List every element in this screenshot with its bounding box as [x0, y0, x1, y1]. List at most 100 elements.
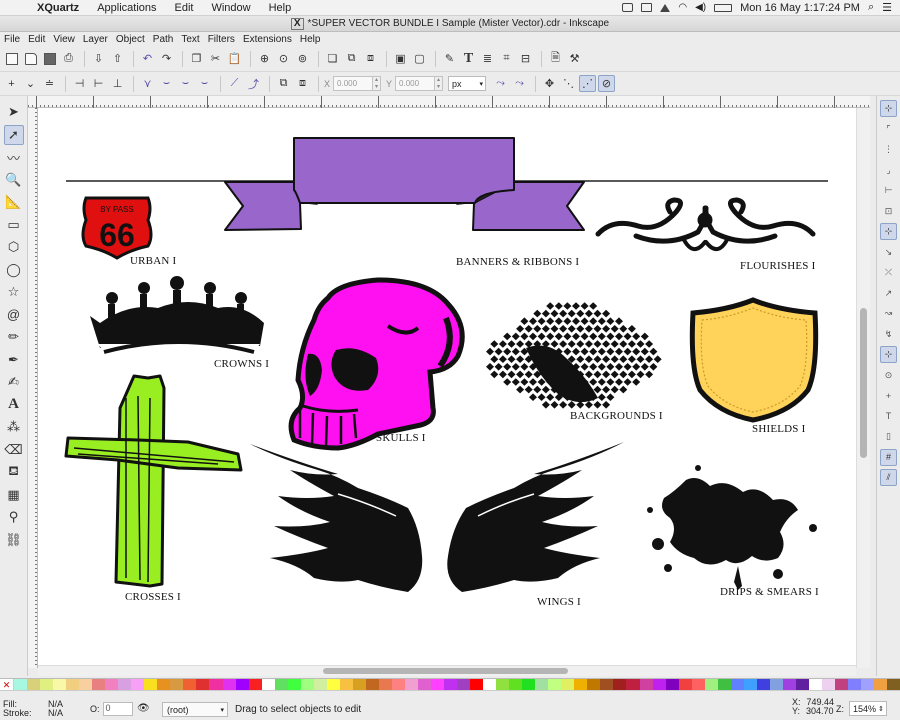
- break-path-icon[interactable]: ⊣: [71, 75, 88, 92]
- snap-text-baseline-icon[interactable]: T: [880, 408, 897, 425]
- print-icon[interactable]: ⎙: [60, 50, 77, 67]
- diamond-grid-pattern[interactable]: [486, 302, 662, 409]
- route-66-sign[interactable]: BY PASS 66: [81, 196, 153, 260]
- show-outline-icon[interactable]: ⋰: [579, 75, 597, 92]
- node-symmetric-icon[interactable]: ⌣: [177, 75, 194, 92]
- open-icon[interactable]: [22, 50, 39, 67]
- horizontal-scrollbar[interactable]: [38, 665, 856, 676]
- duplicate-icon[interactable]: ❏: [324, 50, 341, 67]
- horizontal-ruler[interactable]: [28, 96, 870, 108]
- menu-path[interactable]: Path: [149, 34, 178, 45]
- stroke-to-path-icon[interactable]: ⧈: [294, 75, 311, 92]
- x-spinner[interactable]: ▴ ▾: [373, 76, 382, 91]
- vertical-ruler[interactable]: [28, 108, 38, 668]
- dropbox-icon[interactable]: [622, 3, 634, 12]
- add-node-icon[interactable]: +: [3, 75, 20, 92]
- text-tool-icon[interactable]: A: [4, 395, 24, 415]
- text-font-icon[interactable]: T: [460, 50, 477, 67]
- crown[interactable]: [90, 276, 264, 354]
- spray-tool-icon[interactable]: ⁂: [4, 417, 24, 437]
- shield[interactable]: [689, 297, 819, 423]
- show-path-effects-icon[interactable]: ⊘: [598, 75, 616, 92]
- redo-icon[interactable]: ↷: [158, 50, 175, 67]
- paint-bucket-tool-icon[interactable]: ⛾: [4, 462, 24, 482]
- snap-center-icon[interactable]: ⊙: [880, 367, 897, 384]
- star-tool-icon[interactable]: ☆: [4, 282, 24, 302]
- snap-smooth-icon[interactable]: ↝: [880, 305, 897, 322]
- gradient-tool-icon[interactable]: ▦: [4, 485, 24, 505]
- unit-select[interactable]: px ▾: [448, 76, 487, 91]
- undo-icon[interactable]: ↶: [139, 50, 156, 67]
- join-nodes-icon[interactable]: ≐: [41, 75, 58, 92]
- segment-curve-icon[interactable]: ⤴: [245, 75, 262, 92]
- fill-stroke-icon[interactable]: ✎: [441, 50, 458, 67]
- connector-tool-icon[interactable]: ⛓: [4, 530, 24, 550]
- y-input[interactable]: [395, 76, 436, 91]
- align-distribute-icon[interactable]: ⊟: [517, 50, 534, 67]
- menu-filters[interactable]: Filters: [204, 34, 239, 45]
- join-segment-icon[interactable]: ⊢: [90, 75, 107, 92]
- snap-midpoint-icon[interactable]: ↯: [880, 326, 897, 343]
- zoom-drawing-icon[interactable]: ⊙: [275, 50, 292, 67]
- group-icon[interactable]: ▣: [392, 50, 409, 67]
- y-spinner[interactable]: ▴ ▾: [435, 76, 444, 91]
- x-input[interactable]: [333, 76, 374, 91]
- snap-enable-icon[interactable]: ⊹: [880, 100, 897, 117]
- paint-splatter[interactable]: [647, 465, 817, 590]
- snap-page-border-icon[interactable]: ▯: [880, 428, 897, 445]
- cut-icon[interactable]: ✂: [207, 50, 224, 67]
- pen-tool-icon[interactable]: ✒: [4, 350, 24, 370]
- edit-mask-icon[interactable]: ⤳: [511, 75, 528, 92]
- fill-stroke-indicator[interactable]: Fill: N/A Stroke: N/A: [3, 700, 63, 718]
- spotlight-icon[interactable]: ⌕: [868, 1, 874, 14]
- node-tool-icon[interactable]: ➚: [3, 124, 24, 145]
- copy-icon[interactable]: ❐: [188, 50, 205, 67]
- menu-help[interactable]: Help: [296, 34, 325, 45]
- show-handles-icon[interactable]: ⋱: [560, 75, 577, 92]
- zoom-input[interactable]: 154% ⇕: [849, 701, 887, 716]
- 3d-box-tool-icon[interactable]: ⬡: [4, 237, 24, 257]
- wings[interactable]: [250, 442, 624, 592]
- menu-layer[interactable]: Layer: [79, 34, 112, 45]
- snap-nodes-icon[interactable]: ⊹: [880, 223, 897, 240]
- layer-visibility-icon[interactable]: 👁: [137, 703, 150, 714]
- import-icon[interactable]: ⇩: [90, 50, 107, 67]
- eraser-tool-icon[interactable]: ⌫: [4, 440, 24, 460]
- document-properties-icon[interactable]: 🗎: [547, 50, 564, 67]
- opacity-input[interactable]: 0: [102, 702, 133, 716]
- save-icon[interactable]: [41, 50, 58, 67]
- notification-center-icon[interactable]: ☰: [882, 1, 892, 14]
- paste-icon[interactable]: 📋: [226, 50, 243, 67]
- mac-menu-edit[interactable]: Edit: [166, 2, 203, 14]
- wooden-cross[interactable]: [64, 374, 243, 588]
- menu-view[interactable]: View: [49, 34, 79, 45]
- ribbon-banner[interactable]: [224, 137, 585, 231]
- segment-line-icon[interactable]: ⟋: [226, 75, 243, 92]
- battery-icon[interactable]: [714, 3, 733, 12]
- snap-guide-icon[interactable]: ⫽: [880, 469, 897, 486]
- export-icon[interactable]: ⇧: [109, 50, 126, 67]
- eject-icon[interactable]: [660, 3, 671, 12]
- mac-menu-window[interactable]: Window: [202, 2, 259, 14]
- pencil-tool-icon[interactable]: ✏: [4, 327, 24, 347]
- mac-menu-help[interactable]: Help: [260, 2, 301, 14]
- calligraphy-tool-icon[interactable]: ✍: [4, 372, 24, 392]
- snap-rotation-center-icon[interactable]: +: [880, 387, 897, 404]
- snap-bbox-midpoint-icon[interactable]: ⊢: [880, 182, 897, 199]
- zoom-tool-icon[interactable]: 🔍: [4, 170, 24, 190]
- vertical-scroll-thumb[interactable]: [860, 308, 867, 458]
- unlink-clone-icon[interactable]: ⧈: [362, 50, 379, 67]
- preferences-icon[interactable]: ⚒: [566, 50, 583, 67]
- measure-tool-icon[interactable]: 📐: [4, 192, 24, 212]
- flourish-ornament[interactable]: [595, 197, 816, 251]
- tweak-tool-icon[interactable]: 〰: [4, 147, 24, 167]
- node-smooth-icon[interactable]: ⌣: [158, 75, 175, 92]
- vertical-scrollbar[interactable]: [856, 108, 870, 668]
- node-cusp-icon[interactable]: ⋎: [139, 75, 156, 92]
- delete-segment-icon[interactable]: ⊥: [109, 75, 126, 92]
- artwork-svg[interactable]: BY PASS 66: [38, 108, 856, 665]
- layers-icon[interactable]: ≣: [479, 50, 496, 67]
- menu-extensions[interactable]: Extensions: [239, 34, 296, 45]
- menu-file[interactable]: File: [0, 34, 24, 45]
- menu-text[interactable]: Text: [177, 34, 203, 45]
